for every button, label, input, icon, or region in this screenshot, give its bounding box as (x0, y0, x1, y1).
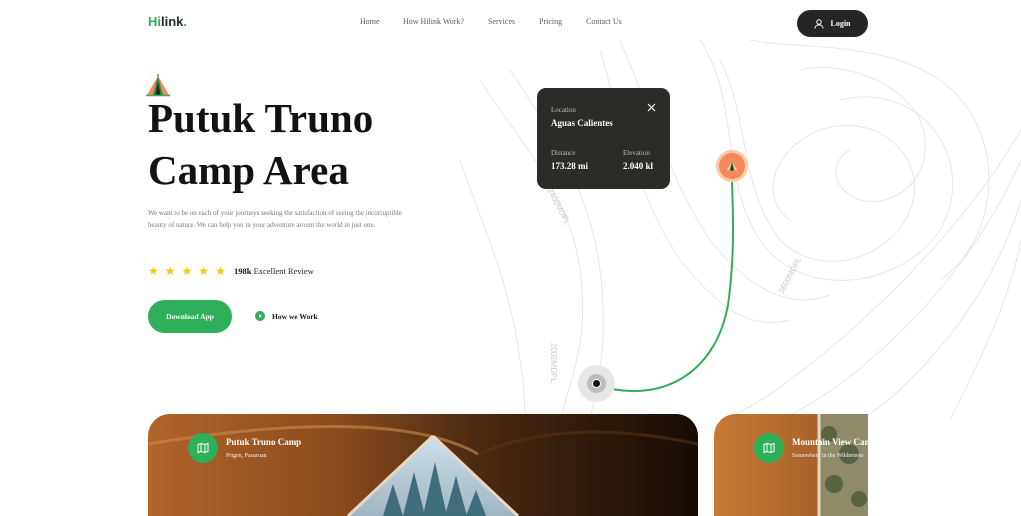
logo-accent: Hi (148, 14, 161, 29)
destination-pin-inner (719, 153, 745, 179)
play-icon (255, 311, 265, 321)
logo[interactable]: Hilink. (148, 14, 187, 29)
nav-home[interactable]: Home (360, 17, 380, 26)
logo-dot: . (183, 14, 188, 29)
card-title: Mountain View Camp (792, 437, 868, 447)
login-label: Login (830, 19, 851, 28)
nav-services[interactable]: Services (488, 17, 515, 26)
star-icon: ★ (198, 264, 210, 278)
card-subtitle: Somewhere in the Wilderness (792, 453, 864, 459)
contour-label-3600: 3600MDPL (777, 255, 804, 295)
review-label: Excellent Review (251, 266, 314, 276)
elevation-value: 2.040 kl (623, 161, 654, 171)
how-we-work-button[interactable]: How we Work (255, 311, 318, 321)
star-icon: ★ (148, 264, 159, 278)
camp-card-putuk-truno[interactable]: Putuk Truno Camp Prigen, Pasuruan (148, 414, 698, 516)
tent-photo (148, 414, 698, 516)
nav-contact-us[interactable]: Contact Us (586, 17, 622, 26)
camp-tent-icon (726, 161, 738, 171)
camp-card-mountain-view[interactable]: Mountain View Camp Somewhere in the Wild… (714, 414, 868, 516)
origin-pin-dot (592, 379, 601, 388)
contour-label-2000: 2000MDPL (549, 343, 558, 384)
location-label: Location (551, 106, 576, 114)
location-value: Aguas Calientes (551, 118, 613, 128)
hero-description: We want to be on each of your journeys s… (148, 209, 402, 229)
destination-pin[interactable] (716, 150, 748, 182)
download-app-button[interactable]: Download App (148, 300, 232, 333)
card-title: Putuk Truno Camp (226, 437, 302, 447)
nav-how-hilink-work[interactable]: How Hilink Work? (403, 17, 464, 26)
card-subtitle: Prigen, Pasuruan (226, 453, 267, 459)
location-card: Location Aguas Calientes Distance 173.28… (537, 88, 670, 189)
close-icon[interactable] (647, 103, 656, 112)
elevation-label: Elevation (623, 149, 650, 157)
contour-label-2400: 2400MDPL (545, 187, 572, 227)
tent-photo (714, 414, 868, 516)
distance-label: Distance (551, 149, 576, 157)
map-icon (188, 433, 218, 463)
distance-value: 173.28 mi (551, 161, 588, 171)
star-icon: ★ (164, 264, 176, 278)
star-icon: ★ (181, 264, 193, 278)
map-icon (754, 433, 784, 463)
star-icon: ★ (215, 264, 226, 278)
logo-text: link (161, 14, 184, 29)
route-path (595, 179, 735, 393)
nav-pricing[interactable]: Pricing (539, 17, 562, 26)
rating-stars: ★ ★ ★ ★ ★ (148, 265, 226, 277)
origin-pin[interactable] (578, 365, 615, 402)
login-button[interactable]: Login (797, 10, 868, 37)
review-count: 198k (234, 266, 252, 276)
how-we-work-label: How we Work (272, 311, 318, 321)
review-text: 198k Excellent Review (234, 266, 314, 276)
user-icon (814, 18, 824, 29)
